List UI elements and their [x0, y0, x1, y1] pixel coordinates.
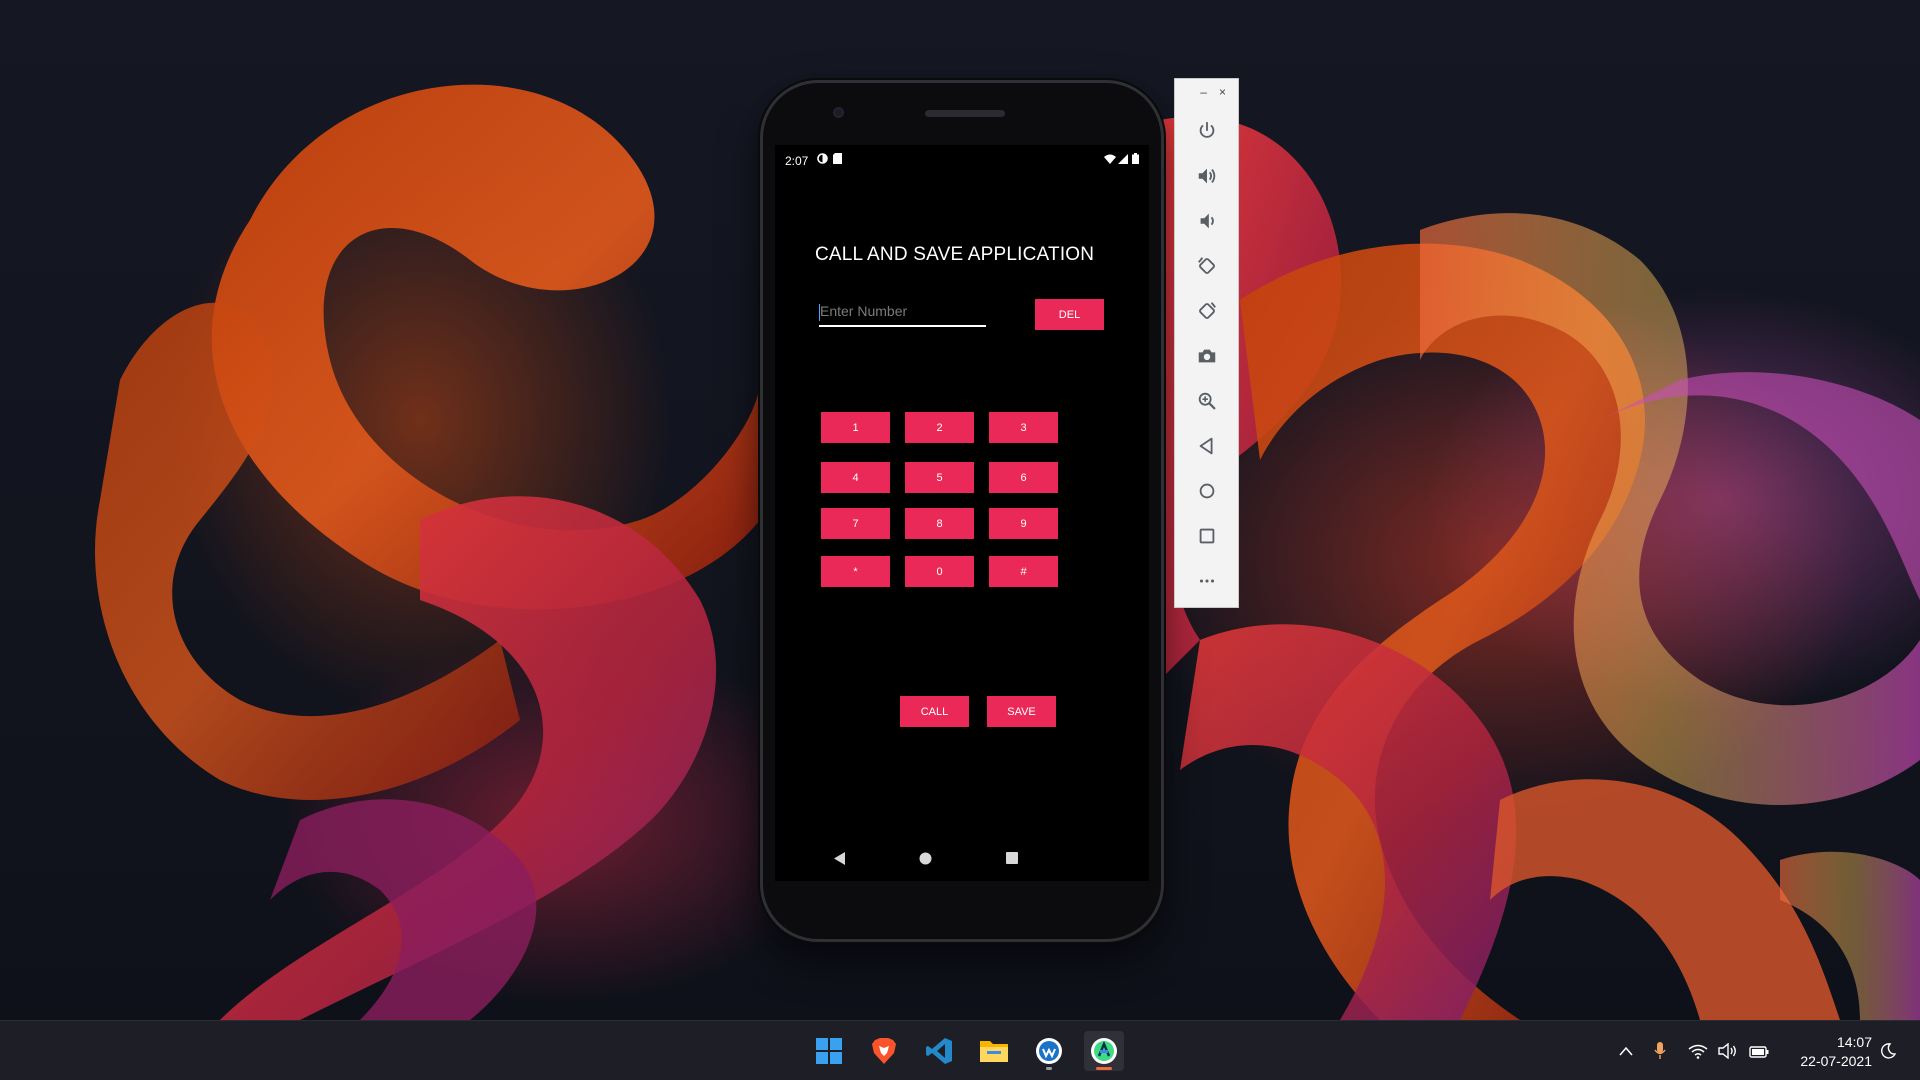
device-screen: 2:07 CALL AND SAVE APPLICATION Enter Num…: [775, 145, 1149, 881]
cell-signal-icon: [1118, 153, 1128, 164]
windows-start-icon[interactable]: [809, 1031, 849, 1071]
status-bar: 2:07: [775, 145, 1149, 175]
key-1[interactable]: 1: [821, 412, 890, 443]
volume-icon[interactable]: [1718, 1041, 1738, 1061]
key-9[interactable]: 9: [989, 508, 1058, 539]
call-button[interactable]: CALL: [900, 696, 969, 727]
overview-icon[interactable]: [1191, 520, 1223, 552]
brave-browser-icon[interactable]: [864, 1031, 904, 1071]
clock-date: 22-07-2021: [1800, 1053, 1872, 1069]
home-icon[interactable]: [1191, 475, 1223, 507]
vscode-icon[interactable]: [919, 1031, 959, 1071]
del-button[interactable]: DEL: [1035, 299, 1104, 330]
home-icon[interactable]: [916, 849, 934, 867]
key-6[interactable]: 6: [989, 462, 1058, 493]
number-input[interactable]: [819, 297, 986, 327]
clock-time: 14:07: [1836, 1034, 1872, 1050]
save-button[interactable]: SAVE: [987, 696, 1056, 727]
key-3[interactable]: 3: [989, 412, 1058, 443]
chevron-up-icon[interactable]: [1616, 1041, 1636, 1061]
windows-taskbar: 14:07 22-07-2021: [0, 1020, 1920, 1080]
key-0[interactable]: 0: [905, 556, 974, 587]
moon-icon[interactable]: [1878, 1041, 1898, 1061]
key-star[interactable]: *: [821, 556, 890, 587]
key-8[interactable]: 8: [905, 508, 974, 539]
battery-icon: [1132, 153, 1139, 164]
microphone-icon[interactable]: [1650, 1041, 1670, 1061]
key-2[interactable]: 2: [905, 412, 974, 443]
key-5[interactable]: 5: [905, 462, 974, 493]
app-title: CALL AND SAVE APPLICATION: [815, 244, 1095, 265]
system-clock[interactable]: 14:07 22-07-2021: [1782, 1033, 1872, 1071]
rotate-right-icon[interactable]: [1191, 295, 1223, 327]
close-button[interactable]: ×: [1219, 85, 1226, 99]
text-cursor: [819, 304, 820, 321]
wifi-icon[interactable]: [1688, 1041, 1708, 1061]
android-studio-icon[interactable]: [1084, 1031, 1124, 1071]
overview-icon[interactable]: [1003, 849, 1021, 867]
file-explorer-icon[interactable]: [974, 1031, 1014, 1071]
earpiece-speaker: [925, 110, 1005, 117]
rotate-left-icon[interactable]: [1191, 250, 1223, 282]
key-hash[interactable]: #: [989, 556, 1058, 587]
emulator-toolbar: – ×: [1174, 78, 1239, 608]
sd-card-icon: [833, 153, 843, 164]
android-emulator-device: 2:07 CALL AND SAVE APPLICATION Enter Num…: [760, 80, 1164, 942]
active-indicator: [1096, 1067, 1112, 1070]
wifi-icon: [1104, 153, 1116, 164]
status-time: 2:07: [785, 154, 809, 168]
volume-down-icon[interactable]: [1191, 205, 1223, 237]
back-icon[interactable]: [1191, 430, 1223, 462]
power-icon[interactable]: [1191, 115, 1223, 147]
wireshark-icon[interactable]: [1029, 1031, 1069, 1071]
back-icon[interactable]: [831, 849, 849, 867]
minimize-button[interactable]: –: [1200, 85, 1207, 99]
key-4[interactable]: 4: [821, 462, 890, 493]
more-icon[interactable]: [1191, 565, 1223, 597]
android-nav-bar: [775, 835, 1149, 881]
camera-icon[interactable]: [1191, 340, 1223, 372]
running-indicator: [1046, 1067, 1052, 1070]
front-camera: [833, 107, 844, 118]
volume-up-icon[interactable]: [1191, 160, 1223, 192]
data-saver-icon: [817, 153, 828, 164]
battery-icon[interactable]: [1749, 1041, 1769, 1061]
key-7[interactable]: 7: [821, 508, 890, 539]
zoom-icon[interactable]: [1191, 385, 1223, 417]
